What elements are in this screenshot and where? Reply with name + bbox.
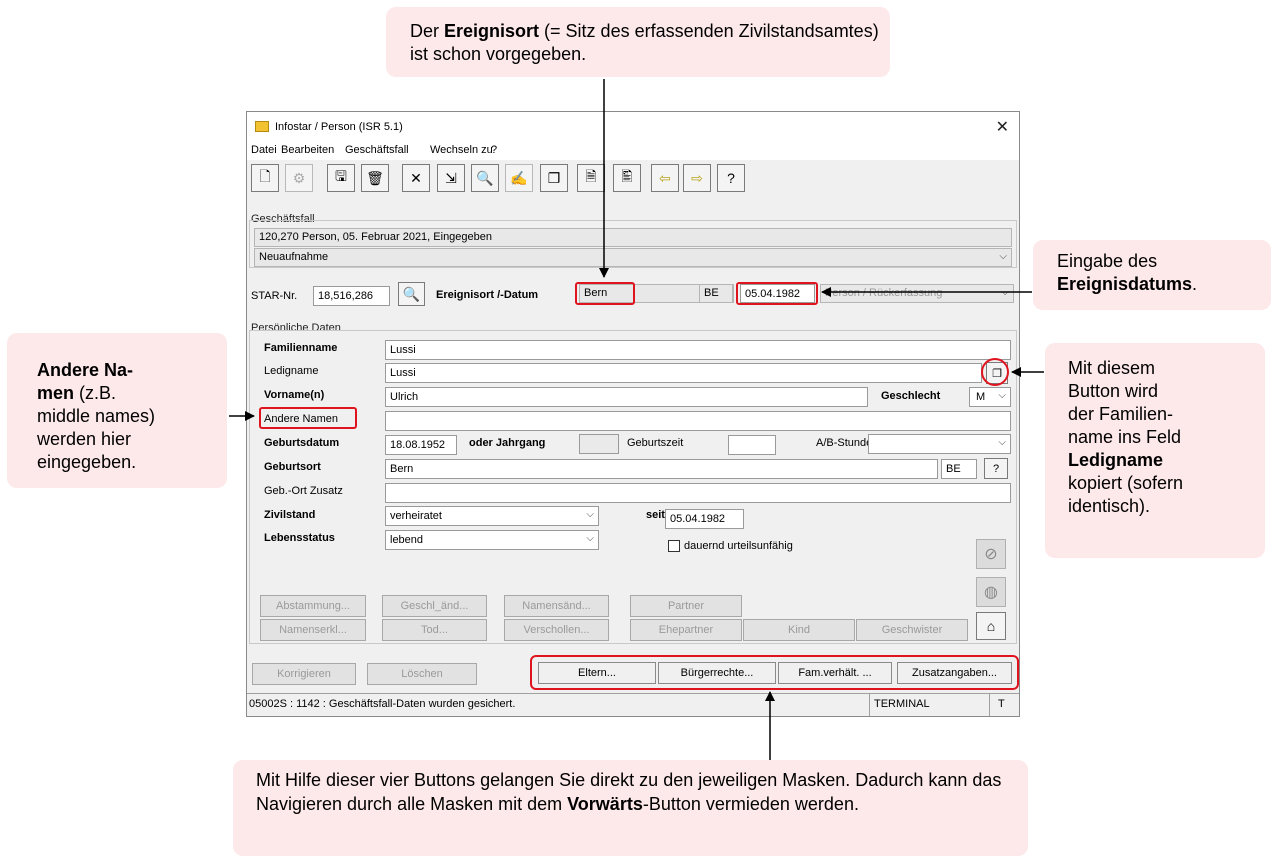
annotation-arrows xyxy=(229,79,1044,760)
